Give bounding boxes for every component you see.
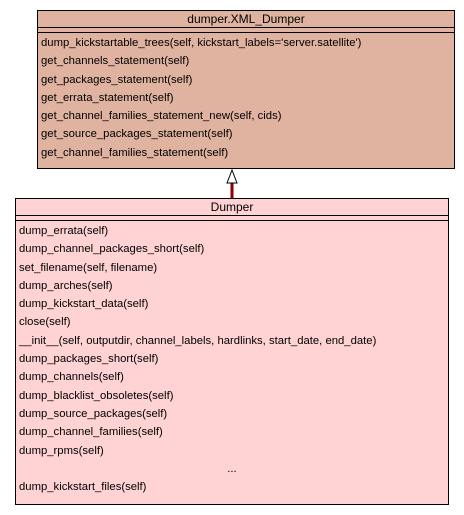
- method-item: dump_kickstartable_trees(self, kickstart…: [41, 37, 362, 49]
- method-item: dump_source_packages(self): [19, 407, 168, 420]
- class-box-dumper[interactable]: Dumper dump_errata(self) dump_channel_pa…: [15, 198, 449, 505]
- class-box-xml-dumper[interactable]: dumper.XML_Dumper dump_kickstartable_tre…: [37, 10, 455, 169]
- method-item: get_errata_statement(self): [41, 91, 174, 104]
- method-item: dump_rpms(self): [19, 444, 104, 457]
- method-item: dump_channels(self): [19, 371, 124, 384]
- method-item: __init__(self, outputdir, channel_labels…: [19, 334, 377, 347]
- method-item: dump_arches(self): [19, 279, 113, 292]
- method-item: set_filename(self, filename): [19, 261, 158, 274]
- method-ellipsis: ...: [227, 462, 237, 475]
- class-name: dumper.XML_Dumper: [38, 11, 454, 28]
- method-item: get_packages_statement(self): [41, 73, 193, 86]
- methods-compartment: dump_kickstartable_trees(self, kickstart…: [38, 33, 454, 162]
- method-item: dump_blacklist_obsoletes(self): [19, 389, 174, 402]
- method-item: dump_kickstart_data(self): [19, 298, 149, 311]
- method-item: dump_kickstart_files(self): [19, 481, 147, 494]
- class-name: Dumper: [16, 199, 448, 216]
- method-item: close(self): [19, 316, 71, 329]
- method-item: get_channels_statement(self): [41, 55, 190, 68]
- method-item: get_channel_families_statement_new(self,…: [41, 110, 282, 123]
- method-item: dump_channel_families(self): [19, 426, 163, 439]
- method-item: dump_channel_packages_short(self): [19, 243, 205, 256]
- inheritance-arrowhead: [226, 168, 238, 184]
- method-item: get_source_packages_statement(self): [41, 128, 233, 141]
- methods-compartment: dump_errata(self) dump_channel_packages_…: [16, 221, 448, 496]
- method-item: get_channel_families_statement(self): [41, 146, 229, 159]
- method-item: dump_errata(self): [19, 225, 109, 237]
- method-item: dump_packages_short(self): [19, 353, 159, 366]
